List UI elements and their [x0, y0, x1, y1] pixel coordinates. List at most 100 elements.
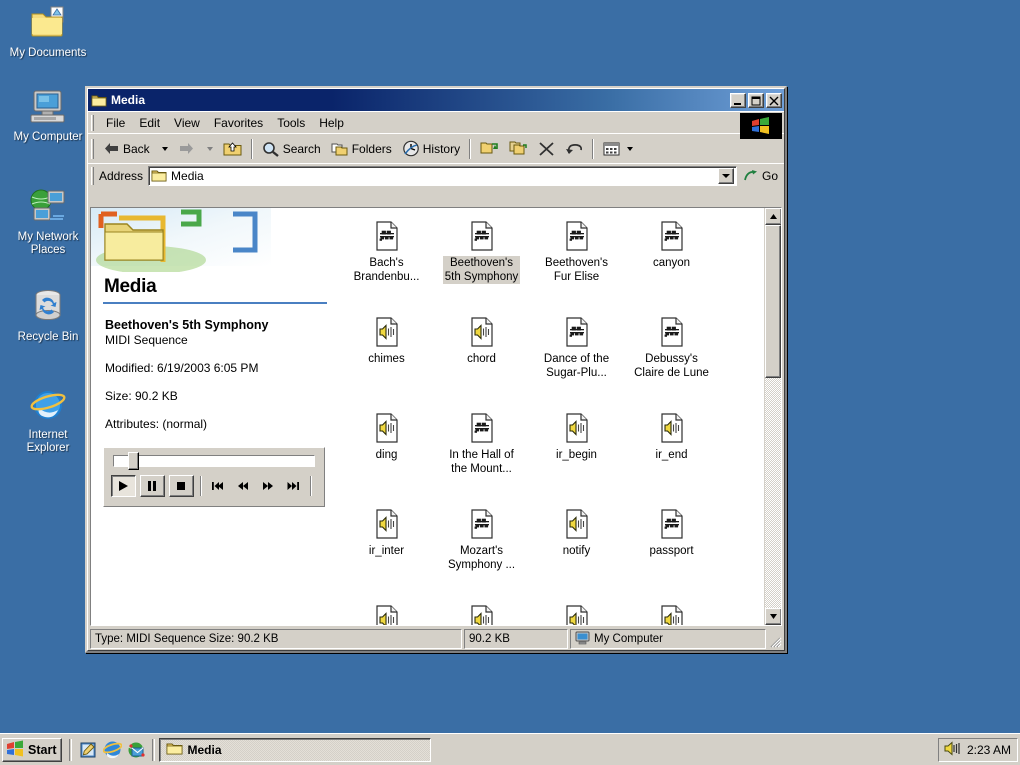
wave-file-icon — [371, 508, 403, 540]
file-item[interactable] — [529, 598, 624, 625]
seek-slider[interactable] — [113, 455, 315, 467]
media-player[interactable] — [103, 447, 325, 507]
move-to-button[interactable] — [475, 137, 504, 161]
close-button[interactable] — [766, 93, 782, 108]
desktop-icon-label: My NetworkPlaces — [0, 231, 96, 257]
resize-grip[interactable] — [766, 629, 782, 649]
explorer-window[interactable]: Media File Edit View Favorites Tools Hel — [85, 86, 787, 653]
history-button[interactable]: History — [397, 137, 465, 161]
desktop-icon-internet-explorer[interactable]: InternetExplorer — [0, 386, 96, 455]
desktop[interactable]: My Documents My Computer — [0, 0, 1020, 733]
internet-explorer-icon[interactable] — [100, 738, 124, 762]
address-dropdown-button[interactable] — [718, 168, 734, 184]
maximize-button[interactable] — [748, 93, 764, 108]
minimize-button[interactable] — [730, 93, 746, 108]
next-track-button[interactable] — [283, 476, 304, 496]
scrollbar-thumb[interactable] — [765, 225, 781, 378]
file-item-label: Bach'sBrandenbu... — [352, 256, 422, 284]
scroll-down-button[interactable] — [765, 608, 781, 625]
wave-file-icon — [656, 604, 688, 625]
menubar-grip[interactable] — [91, 115, 94, 131]
taskbar[interactable]: Start — [0, 733, 1020, 765]
file-grid[interactable]: Bach'sBrandenbu... Beethoven's5th Symphon… — [339, 214, 764, 625]
file-item[interactable]: notify — [529, 502, 624, 598]
midi-file-icon — [561, 316, 593, 348]
folders-button[interactable]: Folders — [326, 137, 397, 161]
file-item[interactable]: Bach'sBrandenbu... — [339, 214, 434, 310]
scroll-up-button[interactable] — [765, 208, 781, 225]
file-item[interactable]: ir_inter — [339, 502, 434, 598]
stop-button[interactable] — [169, 475, 194, 497]
speaker-icon[interactable] — [943, 741, 961, 759]
status-zone-label: My Computer — [594, 633, 663, 645]
menu-view[interactable]: View — [167, 113, 207, 133]
window-titlebar[interactable]: Media — [88, 89, 784, 111]
rewind-button[interactable] — [233, 476, 254, 496]
search-button[interactable]: Search — [257, 137, 326, 161]
folder-icon — [166, 741, 183, 759]
file-item[interactable]: In the Hall ofthe Mount... — [434, 406, 529, 502]
taskbar-item-media[interactable]: Media — [159, 738, 431, 762]
detail-modified: Modified: 6/19/2003 6:05 PM — [105, 361, 325, 375]
menu-file[interactable]: File — [99, 113, 132, 133]
addressbar-grip[interactable] — [91, 167, 94, 185]
menu-edit[interactable]: Edit — [132, 113, 167, 133]
outlook-express-icon[interactable] — [124, 738, 148, 762]
go-button[interactable]: Go — [737, 165, 784, 187]
menu-tools[interactable]: Tools — [270, 113, 312, 133]
file-item[interactable]: passport — [624, 502, 719, 598]
file-item[interactable]: ding — [339, 406, 434, 502]
up-one-level-button[interactable] — [218, 137, 247, 161]
file-details: Beethoven's 5th Symphony MIDI Sequence M… — [91, 304, 339, 431]
seek-slider-thumb[interactable] — [128, 452, 139, 470]
address-input[interactable]: Media — [148, 166, 737, 186]
file-item[interactable]: ir_begin — [529, 406, 624, 502]
menu-favorites[interactable]: Favorites — [207, 113, 270, 133]
file-item-label: Debussy'sClaire de Lune — [632, 352, 711, 380]
play-button[interactable] — [111, 475, 136, 497]
file-item[interactable]: Beethoven'sFur Elise — [529, 214, 624, 310]
previous-track-button[interactable] — [208, 476, 229, 496]
player-separator — [200, 476, 202, 496]
address-bar[interactable]: Address Media Go — [88, 163, 784, 187]
pause-button[interactable] — [140, 475, 165, 497]
undo-button[interactable] — [560, 137, 588, 161]
desktop-icon-my-computer[interactable]: My Computer — [0, 88, 96, 144]
back-button[interactable]: Back — [98, 137, 155, 161]
midi-file-icon — [656, 220, 688, 252]
file-item[interactable]: chimes — [339, 310, 434, 406]
vertical-scrollbar[interactable] — [764, 208, 781, 625]
views-button[interactable] — [598, 137, 638, 161]
file-item[interactable]: Mozart'sSymphony ... — [434, 502, 529, 598]
menu-bar[interactable]: File Edit View Favorites Tools Help — [88, 111, 784, 133]
desktop-icon-recycle-bin[interactable]: Recycle Bin — [0, 288, 96, 344]
file-item-label: chord — [465, 352, 498, 366]
file-item[interactable]: ir_end — [624, 406, 719, 502]
desktop-icon-my-documents[interactable]: My Documents — [0, 4, 96, 60]
scrollbar-track[interactable] — [765, 225, 781, 608]
forward-dropdown-button[interactable] — [200, 137, 218, 161]
file-item[interactable]: Dance of theSugar-Plu... — [529, 310, 624, 406]
navigation-toolbar[interactable]: Back Search — [88, 133, 784, 163]
file-item[interactable]: chord — [434, 310, 529, 406]
file-item[interactable]: canyon — [624, 214, 719, 310]
file-list-area[interactable]: Bach'sBrandenbu... Beethoven's5th Symphon… — [339, 208, 781, 625]
desktop-icon-my-network-places[interactable]: My NetworkPlaces — [0, 188, 96, 257]
show-desktop-icon[interactable] — [76, 738, 100, 762]
start-button[interactable]: Start — [2, 738, 62, 762]
system-tray[interactable]: 2:23 AM — [938, 738, 1018, 762]
toolbar-grip[interactable] — [91, 139, 94, 159]
wave-file-icon — [371, 316, 403, 348]
copy-to-button[interactable] — [504, 137, 533, 161]
file-item[interactable] — [339, 598, 434, 625]
fast-forward-button[interactable] — [258, 476, 279, 496]
delete-button[interactable] — [533, 137, 560, 161]
file-item[interactable]: Debussy'sClaire de Lune — [624, 310, 719, 406]
menu-help[interactable]: Help — [312, 113, 351, 133]
back-dropdown-button[interactable] — [155, 137, 173, 161]
file-item[interactable] — [434, 598, 529, 625]
forward-button[interactable] — [173, 137, 200, 161]
file-item[interactable] — [624, 598, 719, 625]
file-item[interactable]: Beethoven's5th Symphony — [434, 214, 529, 310]
my-network-places-icon — [0, 188, 96, 228]
